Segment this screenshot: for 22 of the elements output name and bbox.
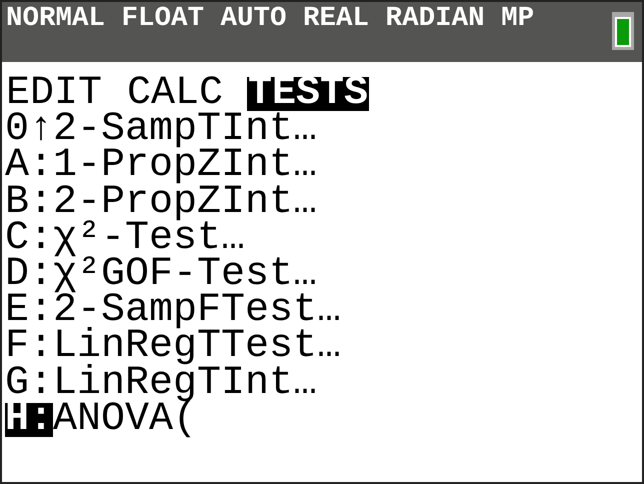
- menu-item-key[interactable]: C:: [5, 222, 54, 256]
- menu-item-label[interactable]: 2-SampFTest…: [53, 294, 342, 328]
- menu-item-key[interactable]: F:: [5, 330, 54, 364]
- menu-item-label[interactable]: LinRegTInt…: [53, 366, 318, 401]
- menu-item-label[interactable]: ANOVA(: [53, 402, 198, 437]
- menu-item-key[interactable]: D:: [5, 258, 54, 292]
- menu-item-label[interactable]: χ²-Test…: [53, 222, 246, 256]
- menu-item-key[interactable]: H:: [5, 402, 54, 437]
- menu-item-key[interactable]: A:: [5, 149, 54, 184]
- menu-item-label[interactable]: χ²GOF-Test…: [53, 258, 318, 292]
- menu-item-label[interactable]: 2-SampTInt…: [53, 113, 318, 148]
- menu-item-key[interactable]: E:: [5, 294, 54, 328]
- mode-status-text: NORMAL FLOAT AUTO REAL RADIAN MP: [6, 4, 534, 34]
- menu-tab[interactable]: CALC: [126, 77, 224, 112]
- menu-item-key[interactable]: B:: [5, 186, 54, 220]
- menu-item-label[interactable]: 1-PropZInt…: [53, 149, 318, 184]
- menu-tab[interactable]: EDIT: [5, 77, 104, 112]
- menu-item-label[interactable]: 2-PropZInt…: [53, 186, 318, 220]
- menu-item-key[interactable]: G:: [5, 366, 54, 401]
- battery-icon: [612, 12, 634, 50]
- menu-tab[interactable]: TESTS: [247, 77, 370, 112]
- menu-item-key[interactable]: 0↑: [5, 113, 54, 148]
